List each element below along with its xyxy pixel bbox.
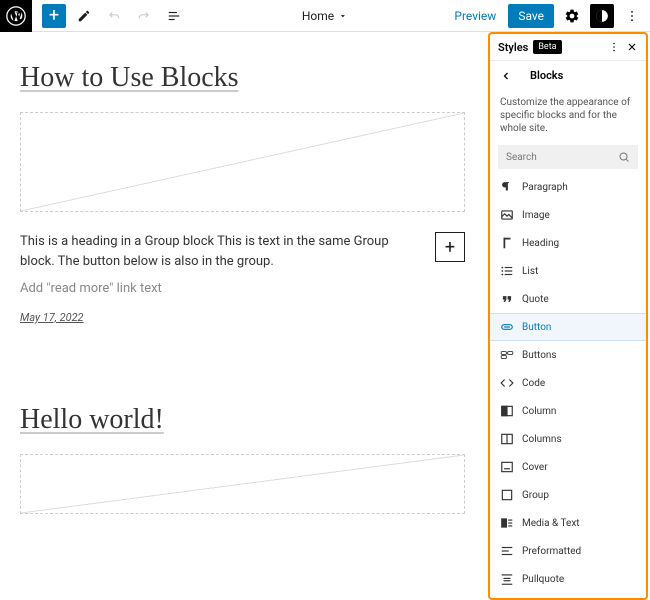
image-block-placeholder[interactable] [20, 454, 465, 514]
sidebar-nav-label: Blocks [530, 69, 563, 82]
column-icon [500, 404, 514, 418]
beta-badge: Beta [533, 40, 561, 54]
block-item-label: Cover [522, 462, 548, 473]
block-item-heading[interactable]: Heading [490, 229, 646, 257]
sidebar-title: Styles [498, 41, 528, 54]
block-item-label: Quote [522, 294, 549, 305]
wordpress-logo[interactable] [0, 0, 32, 32]
media-text-icon [500, 516, 514, 530]
block-item-label: Columns [522, 434, 562, 445]
block-item-cover[interactable]: Cover [490, 453, 646, 481]
search-icon [618, 151, 630, 163]
block-item-image[interactable]: Image [490, 201, 646, 229]
preview-button[interactable]: Preview [446, 5, 504, 27]
search-placeholder: Search [506, 152, 618, 163]
block-item-columns[interactable]: Columns [490, 425, 646, 453]
block-item-label: Heading [522, 238, 559, 249]
close-icon[interactable] [626, 41, 638, 53]
document-selector[interactable]: Home [302, 9, 348, 23]
preformatted-icon [500, 544, 514, 558]
editor-canvas: How to Use Blocks This is a heading in a… [0, 32, 485, 600]
block-item-preformatted[interactable]: Preformatted [490, 537, 646, 565]
block-item-label: Group [522, 490, 549, 501]
group-icon [500, 488, 514, 502]
block-item-label: List [522, 266, 538, 277]
block-item-label: Pullquote [522, 574, 564, 585]
block-item-label: Image [522, 210, 550, 221]
list-icon [500, 264, 514, 278]
add-block-toolbar-button[interactable]: + [42, 4, 66, 28]
group-block-text[interactable]: This is a heading in a Group block This … [20, 232, 465, 271]
block-item-label: Paragraph [522, 182, 568, 193]
block-item-paragraph[interactable]: Paragraph [490, 173, 646, 201]
settings-icon[interactable] [560, 4, 584, 28]
block-item-search[interactable]: Search [490, 593, 646, 598]
block-item-label: Button [522, 322, 551, 333]
button-icon [500, 320, 514, 334]
pullquote-icon [500, 572, 514, 586]
save-button[interactable]: Save [508, 4, 554, 28]
block-item-list[interactable]: List [490, 257, 646, 285]
block-item-group[interactable]: Group [490, 481, 646, 509]
paragraph-icon [500, 180, 514, 194]
back-icon[interactable] [500, 70, 512, 82]
block-item-label: Buttons [522, 350, 557, 361]
edit-icon[interactable] [72, 4, 96, 28]
heading-icon [500, 236, 514, 250]
document-outline-icon[interactable] [162, 4, 186, 28]
columns-icon [500, 432, 514, 446]
image-icon [500, 208, 514, 222]
more-options-icon[interactable] [620, 4, 644, 28]
block-item-quote[interactable]: Quote [490, 285, 646, 313]
block-item-column[interactable]: Column [490, 397, 646, 425]
buttons-icon [500, 348, 514, 362]
block-item-code[interactable]: Code [490, 369, 646, 397]
post-title[interactable]: Hello world! [20, 404, 465, 436]
block-item-buttons[interactable]: Buttons [490, 341, 646, 369]
block-item-label: Code [522, 378, 545, 389]
post-date[interactable]: May 17, 2022 [20, 311, 465, 324]
sidebar-nav: Blocks [490, 60, 646, 90]
sidebar-header: Styles Beta [490, 34, 646, 60]
block-item-media-text[interactable]: Media & Text [490, 509, 646, 537]
sidebar-more-icon[interactable] [608, 41, 620, 53]
top-toolbar: + Home Preview Save [0, 0, 650, 32]
code-icon [500, 376, 514, 390]
block-item-button[interactable]: Button [490, 313, 646, 341]
block-item-label: Preformatted [522, 546, 581, 557]
post-title[interactable]: How to Use Blocks [20, 62, 465, 94]
quote-icon [500, 292, 514, 306]
document-name: Home [302, 9, 334, 23]
block-item-label: Media & Text [522, 518, 580, 529]
block-item-pullquote[interactable]: Pullquote [490, 565, 646, 593]
undo-icon[interactable] [102, 4, 126, 28]
chevron-down-icon [338, 11, 348, 21]
cover-icon [500, 460, 514, 474]
image-block-placeholder[interactable] [20, 112, 465, 212]
styles-icon[interactable] [590, 4, 614, 28]
block-item-label: Column [522, 406, 556, 417]
search-input[interactable]: Search [498, 145, 638, 169]
group-block: This is a heading in a Group block This … [20, 232, 465, 271]
sidebar-description: Customize the appearance of specific blo… [490, 90, 646, 145]
styles-sidebar: Styles Beta Blocks Customize the appeara… [488, 32, 648, 600]
read-more-placeholder[interactable]: Add "read more" link text [20, 281, 465, 296]
block-list: Paragraph Image Heading List Quote Button Butt… [490, 173, 646, 598]
add-block-button[interactable]: + [435, 232, 465, 262]
redo-icon[interactable] [132, 4, 156, 28]
